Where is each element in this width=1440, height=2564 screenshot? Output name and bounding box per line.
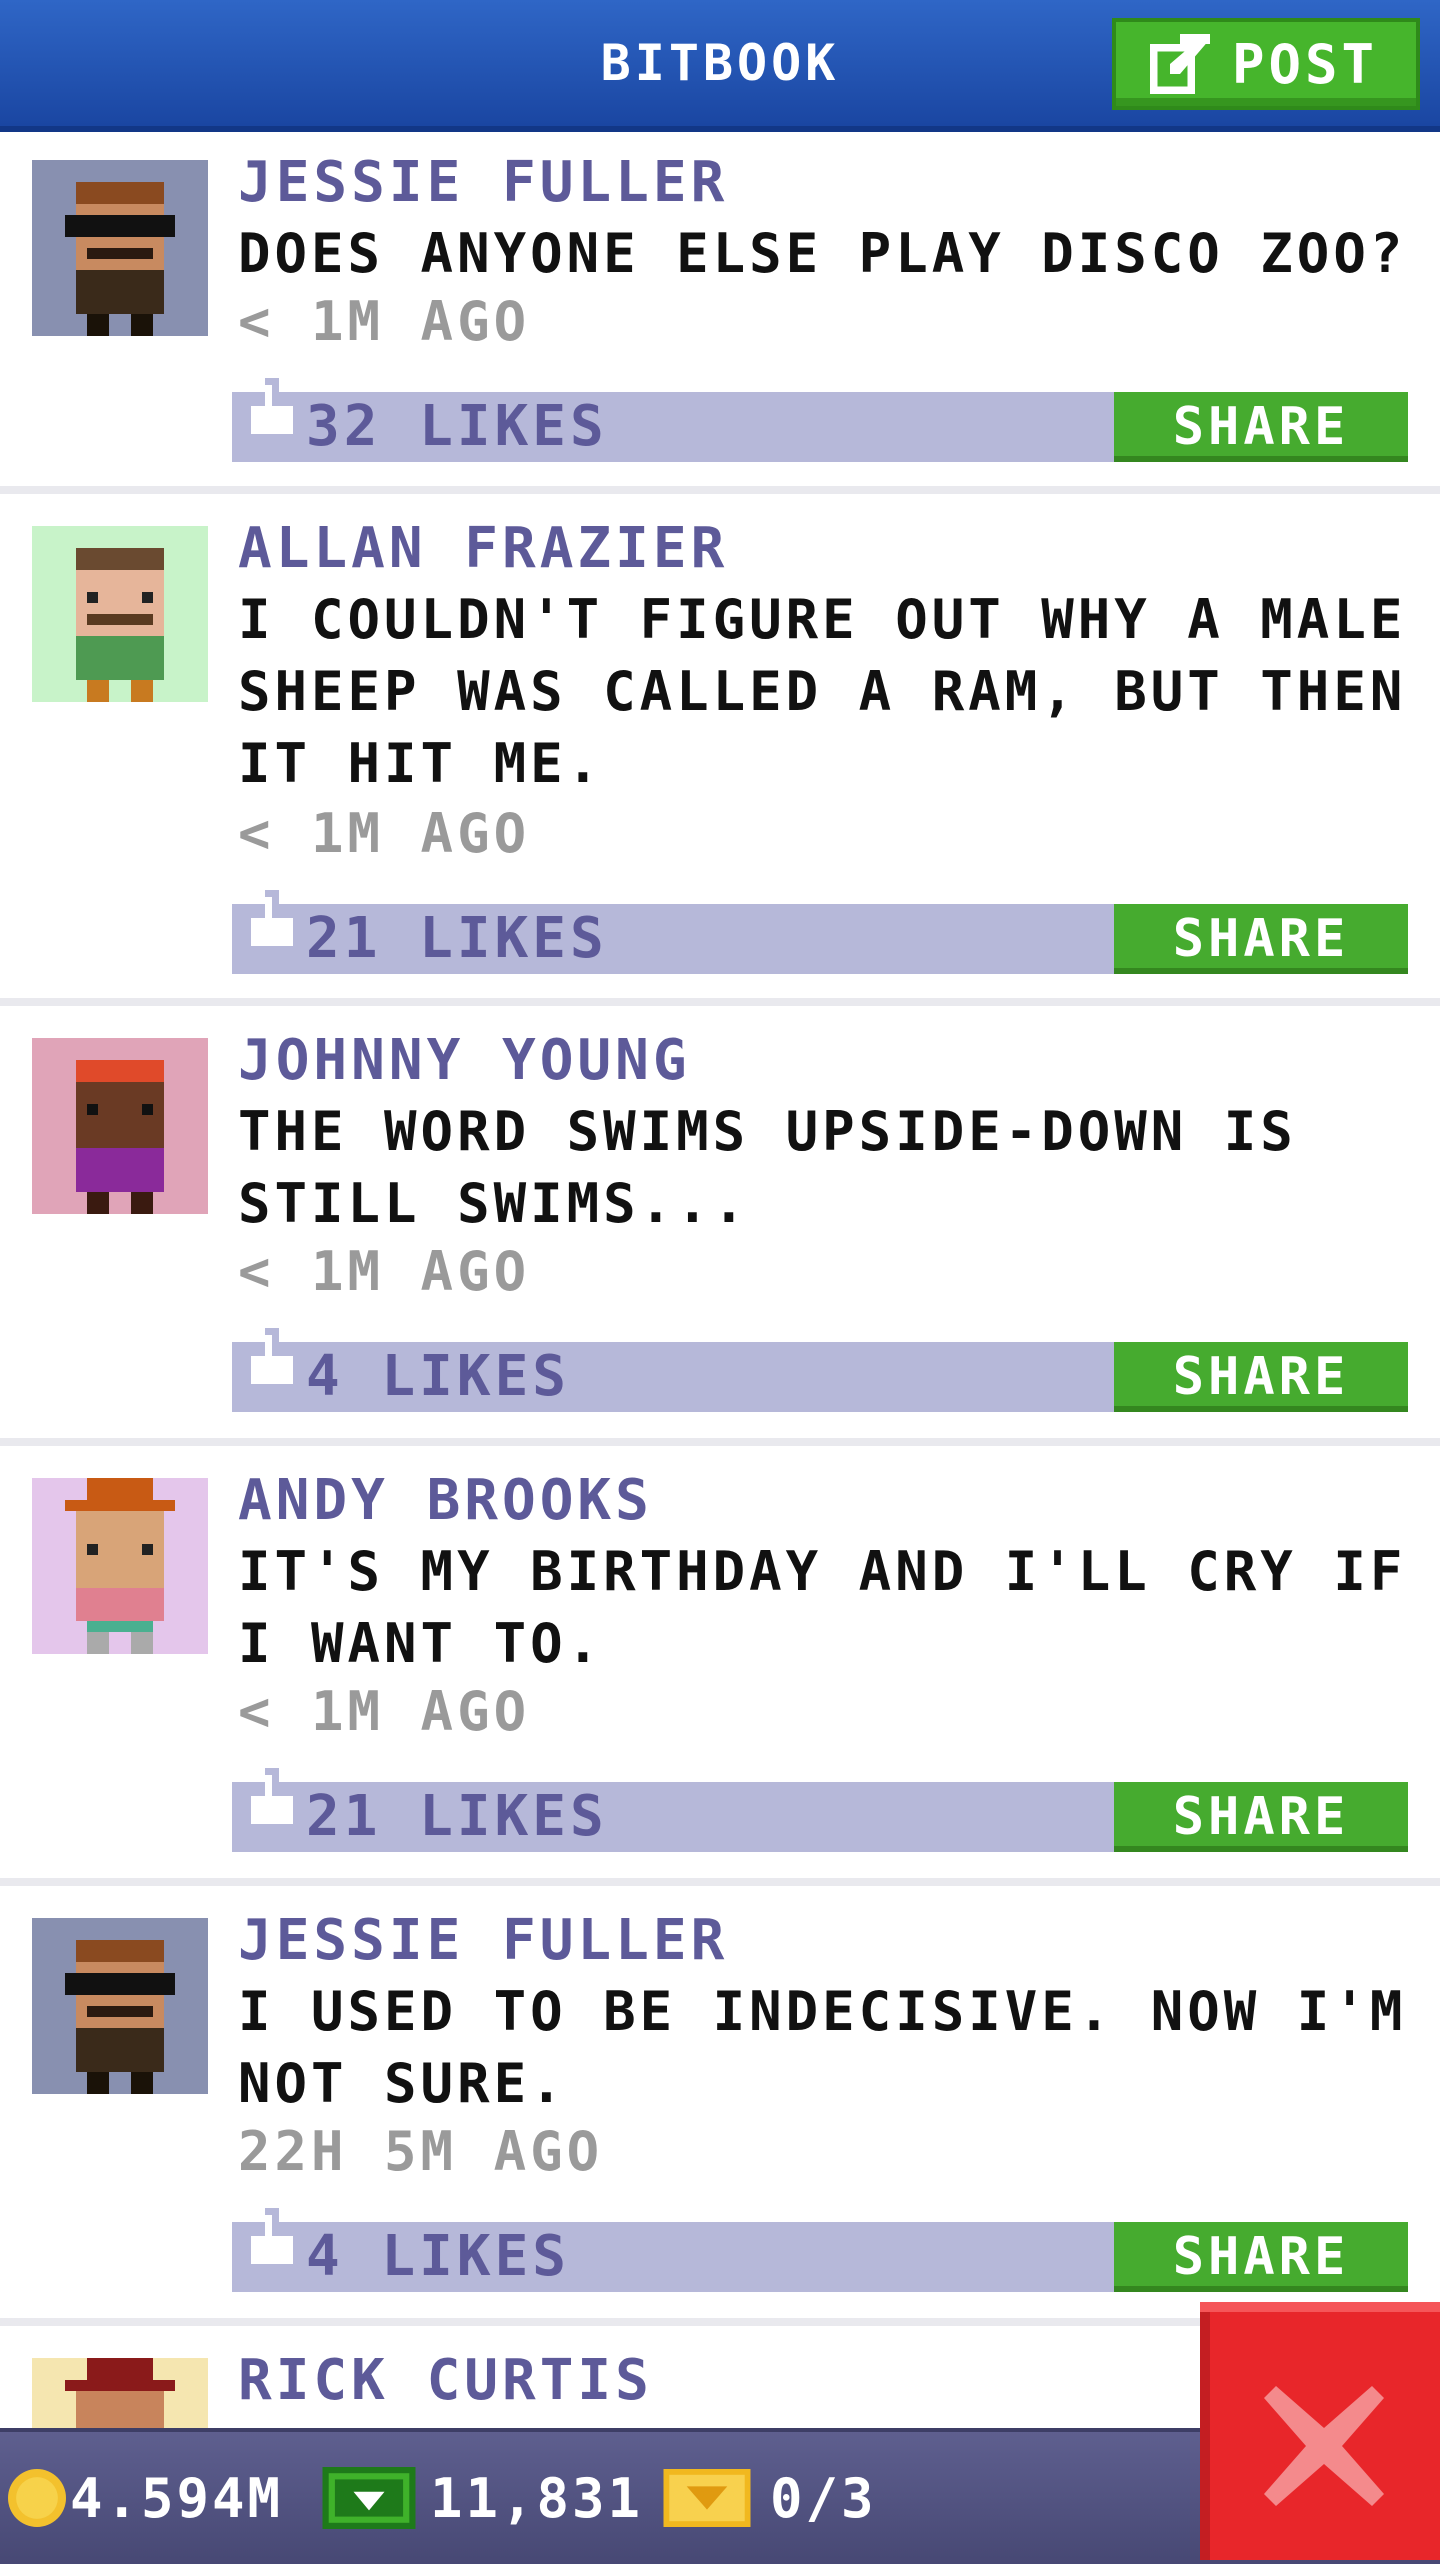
header-bar: BITBOOK POST	[0, 0, 1440, 132]
avatar	[32, 1038, 208, 1214]
share-button[interactable]: SHARE	[1114, 1342, 1408, 1412]
share-button[interactable]: SHARE	[1114, 2222, 1408, 2292]
tickets-value: 0/3	[770, 2466, 877, 2530]
likes-count: 21 LIKES	[306, 1784, 608, 1849]
likes-bar: 32 LIKES SHARE	[232, 378, 1408, 462]
avatar	[32, 1918, 208, 2094]
bux-value: 11,831	[430, 2466, 644, 2530]
post-button-label: POST	[1232, 32, 1379, 96]
likes-bar: 21 LIKES SHARE	[232, 890, 1408, 974]
edit-icon	[1150, 34, 1210, 94]
likes-count: 32 LIKES	[306, 394, 608, 459]
avatar	[32, 526, 208, 702]
coins-stat: 4.594M	[8, 2432, 283, 2564]
post-message: IT'S MY BIRTHDAY AND I'LL CRY IF I WANT …	[238, 1540, 1407, 1675]
divider	[0, 1878, 1440, 1886]
thumbs-up-icon[interactable]	[250, 890, 294, 960]
post-timestamp: < 1M AGO	[238, 1240, 531, 1303]
bux-icon	[322, 2467, 416, 2529]
divider	[0, 1438, 1440, 1446]
share-button[interactable]: SHARE	[1114, 1782, 1408, 1852]
post-author[interactable]: RICK CURTIS	[238, 2348, 653, 2413]
avatar	[32, 160, 208, 336]
post-timestamp: < 1M AGO	[238, 802, 531, 865]
coins-value: 4.594M	[70, 2466, 284, 2530]
ticket-icon	[663, 2469, 751, 2527]
close-icon	[1264, 2386, 1384, 2506]
post-message: I COULDN'T FIGURE OUT WHY A MALE SHEEP W…	[238, 588, 1407, 795]
share-button[interactable]: SHARE	[1114, 392, 1408, 462]
thumbs-up-icon[interactable]	[250, 378, 294, 448]
likes-count: 4 LIKES	[306, 1344, 571, 1409]
post-author[interactable]: JESSIE FULLER	[238, 1908, 728, 1973]
thumbs-up-icon[interactable]	[250, 1328, 294, 1398]
post-timestamp: < 1M AGO	[238, 1680, 531, 1743]
coin-icon	[8, 2469, 66, 2527]
post-author[interactable]: JOHNNY YOUNG	[238, 1028, 691, 1093]
tickets-stat: 0/3	[662, 2432, 877, 2564]
close-button[interactable]	[1200, 2302, 1440, 2560]
post-author[interactable]: ALLAN FRAZIER	[238, 516, 728, 581]
likes-count: 4 LIKES	[306, 2224, 571, 2289]
post-timestamp: < 1M AGO	[238, 290, 531, 353]
likes-bar: 4 LIKES SHARE	[232, 1328, 1408, 1412]
thumbs-up-icon[interactable]	[250, 2208, 294, 2278]
post-message: THE WORD SWIMS UPSIDE-DOWN IS STILL SWIM…	[238, 1100, 1297, 1235]
likes-count: 21 LIKES	[306, 906, 608, 971]
share-button[interactable]: SHARE	[1114, 904, 1408, 974]
bux-stat: 11,831	[322, 2432, 643, 2564]
post-button[interactable]: POST	[1112, 18, 1420, 110]
avatar	[32, 1478, 208, 1654]
post-timestamp: 22H 5M AGO	[238, 2120, 604, 2183]
post-author[interactable]: ANDY BROOKS	[238, 1468, 653, 1533]
post-message: DOES ANYONE ELSE PLAY DISCO ZOO?	[238, 222, 1407, 285]
thumbs-up-icon[interactable]	[250, 1768, 294, 1838]
divider	[0, 998, 1440, 1006]
likes-bar: 21 LIKES SHARE	[232, 1768, 1408, 1852]
divider	[0, 486, 1440, 494]
post-author[interactable]: JESSIE FULLER	[238, 150, 728, 215]
post-message: I USED TO BE INDECISIVE. NOW I'M NOT SUR…	[238, 1980, 1407, 2115]
likes-bar: 4 LIKES SHARE	[232, 2208, 1408, 2292]
